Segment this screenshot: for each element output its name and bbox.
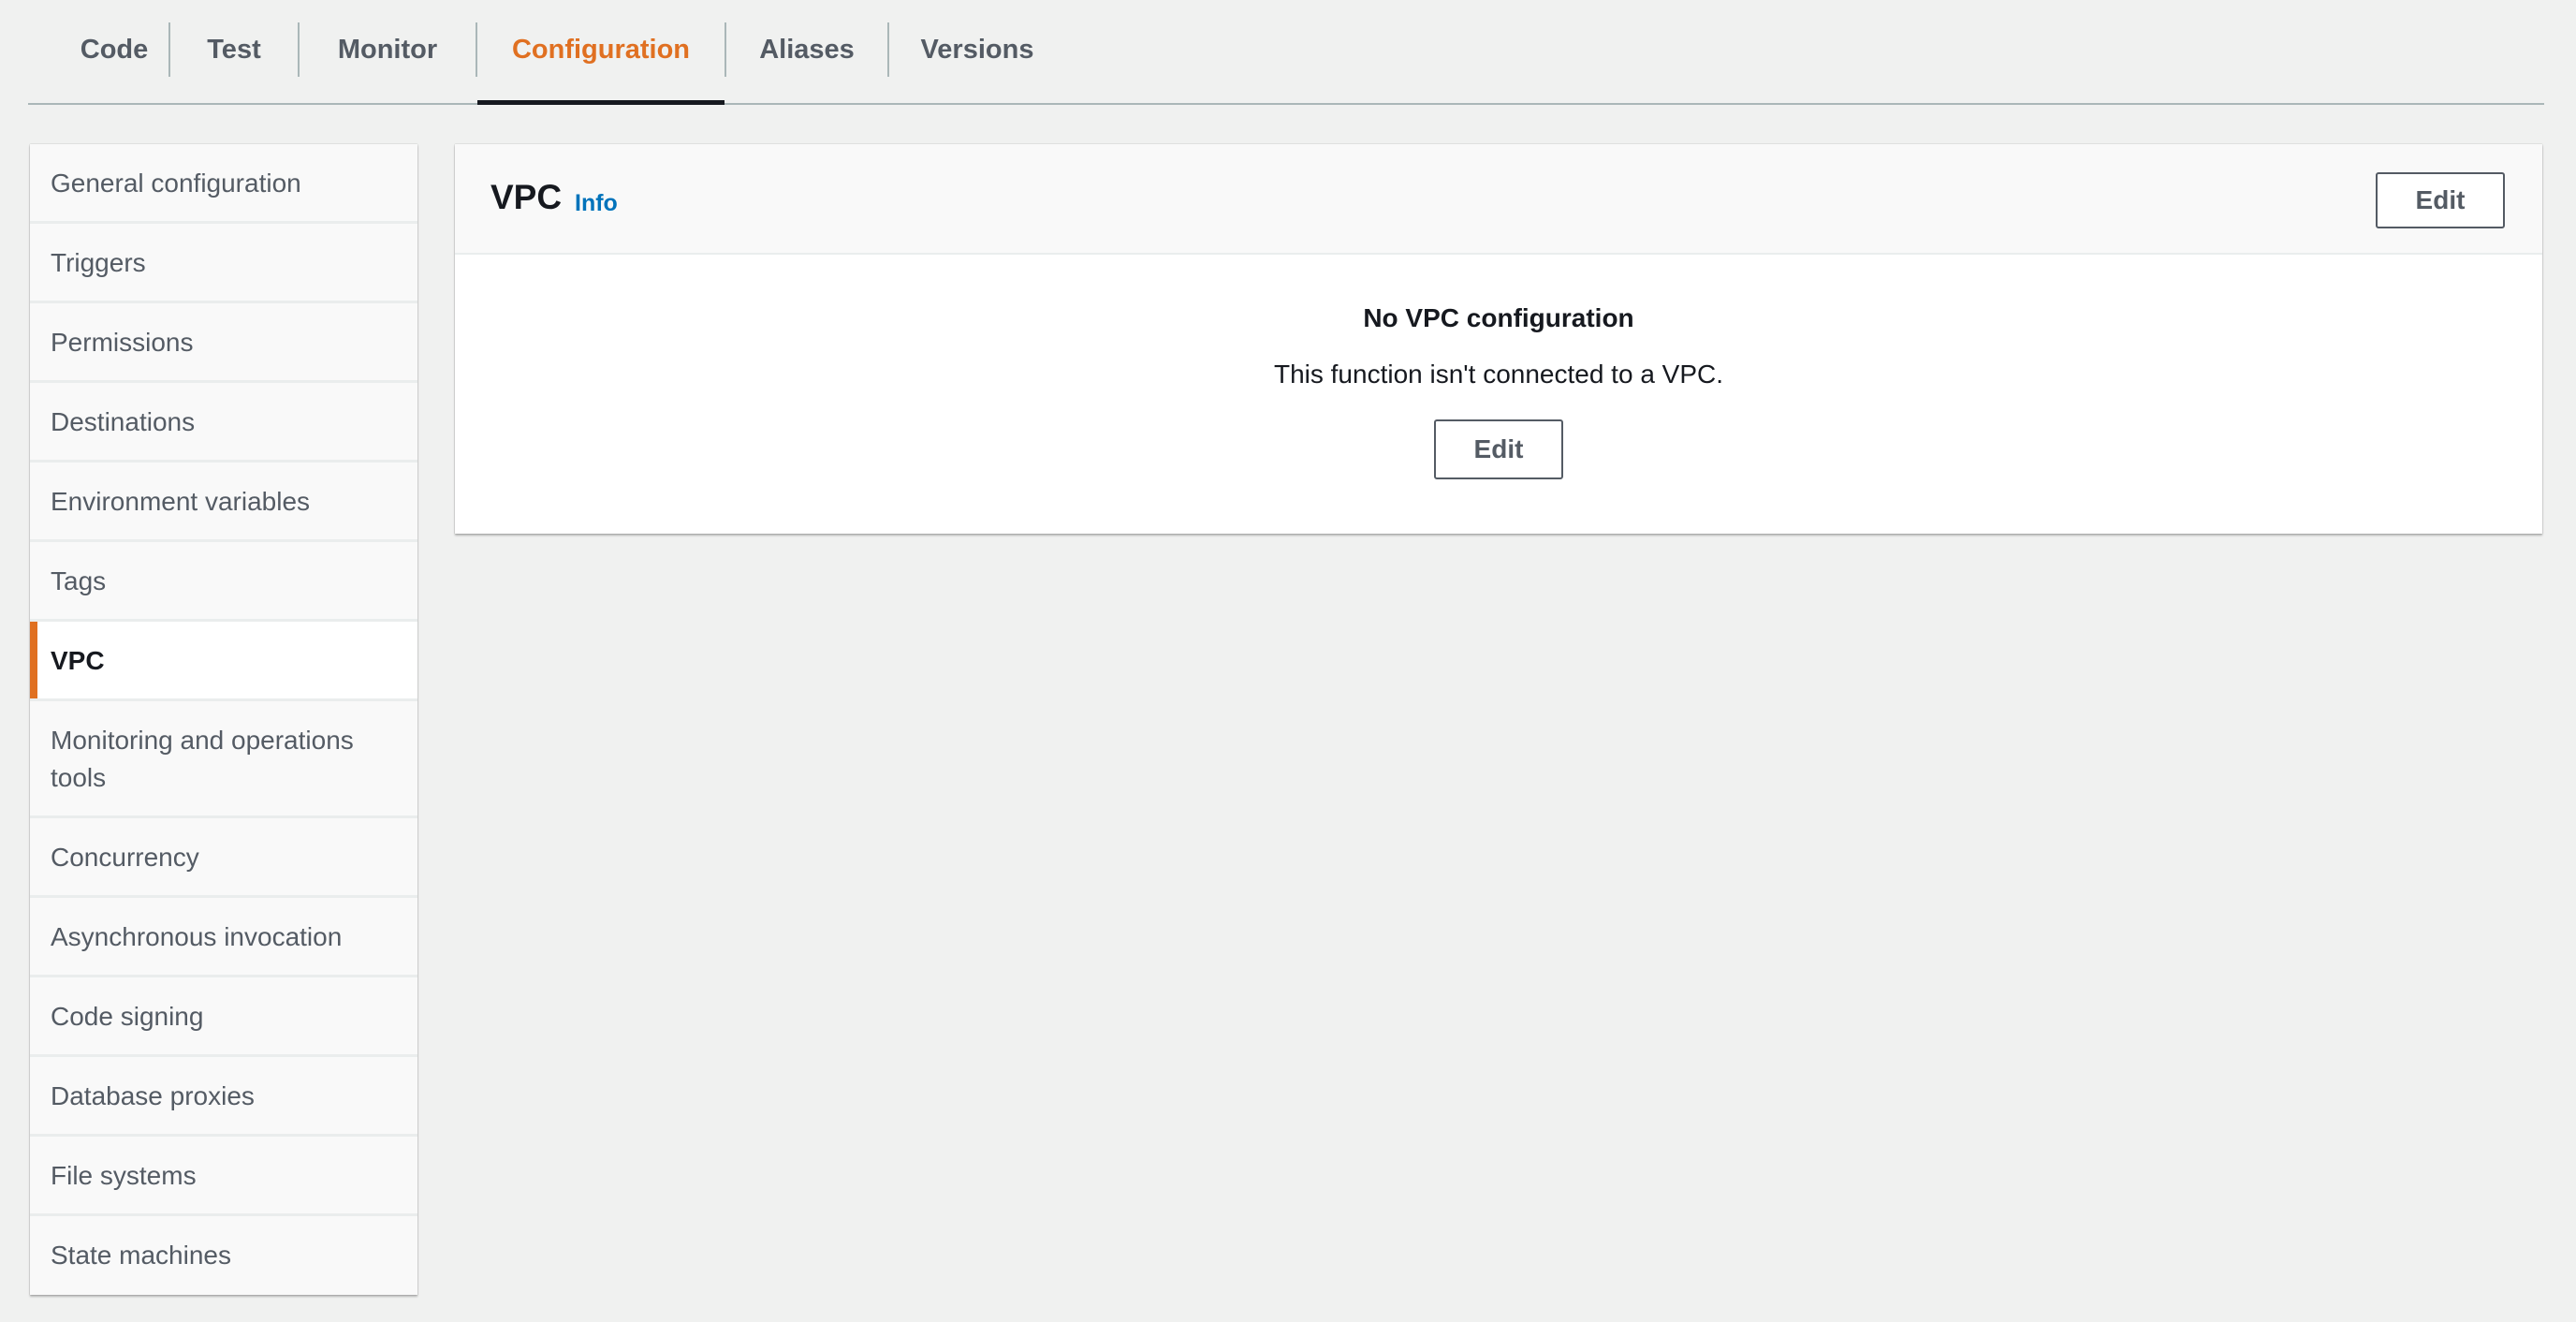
sidebar-item-tags[interactable]: Tags <box>30 542 417 622</box>
tab-bar: Code Test Monitor Configuration Aliases … <box>28 0 2544 105</box>
sidebar-item-state-machines[interactable]: State machines <box>30 1216 417 1295</box>
sidebar-item-monitoring-and-operations-tools[interactable]: Monitoring and operations tools <box>30 701 417 818</box>
tab-label: Configuration <box>511 35 691 65</box>
sidebar-item-general-configuration[interactable]: General configuration <box>30 144 417 224</box>
sidebar-item-code-signing[interactable]: Code signing <box>30 977 417 1057</box>
info-link[interactable]: Info <box>575 190 618 217</box>
sidebar-item-file-systems[interactable]: File systems <box>30 1137 417 1216</box>
tab-code[interactable]: Code <box>56 22 172 103</box>
tab-configuration[interactable]: Configuration <box>477 22 724 105</box>
tab-label: Aliases <box>759 35 855 65</box>
sidebar-item-destinations[interactable]: Destinations <box>30 383 417 463</box>
sidebar-item-vpc[interactable]: VPC <box>30 622 417 701</box>
vpc-panel: VPC Info Edit No VPC configuration This … <box>455 144 2542 534</box>
page-title: VPC <box>490 178 563 216</box>
tab-label: Monitor <box>337 35 438 65</box>
tab-label: Versions <box>920 35 1034 65</box>
tab-label: Code <box>80 35 149 65</box>
empty-state-edit-button[interactable]: Edit <box>1434 419 1563 479</box>
sidebar-item-database-proxies[interactable]: Database proxies <box>30 1057 417 1137</box>
sidebar-item-environment-variables[interactable]: Environment variables <box>30 463 417 542</box>
empty-state-title: No VPC configuration <box>1363 303 1634 332</box>
sidebar-item-permissions[interactable]: Permissions <box>30 303 417 383</box>
tab-aliases[interactable]: Aliases <box>726 22 887 103</box>
tab-label: Test <box>207 35 261 65</box>
edit-button[interactable]: Edit <box>2376 172 2505 228</box>
tab-test[interactable]: Test <box>170 22 298 103</box>
sidebar-item-asynchronous-invocation[interactable]: Asynchronous invocation <box>30 898 417 977</box>
vpc-empty-state: No VPC configuration This function isn't… <box>455 255 2542 534</box>
tab-monitor[interactable]: Monitor <box>300 22 476 103</box>
sidebar-item-concurrency[interactable]: Concurrency <box>30 818 417 898</box>
sidebar-item-triggers[interactable]: Triggers <box>30 224 417 303</box>
empty-state-description: This function isn't connected to a VPC. <box>1273 360 1724 389</box>
tab-versions[interactable]: Versions <box>889 22 1065 103</box>
vpc-panel-header: VPC Info Edit <box>455 144 2542 255</box>
configuration-side-nav: General configuration Triggers Permissio… <box>30 144 417 1295</box>
